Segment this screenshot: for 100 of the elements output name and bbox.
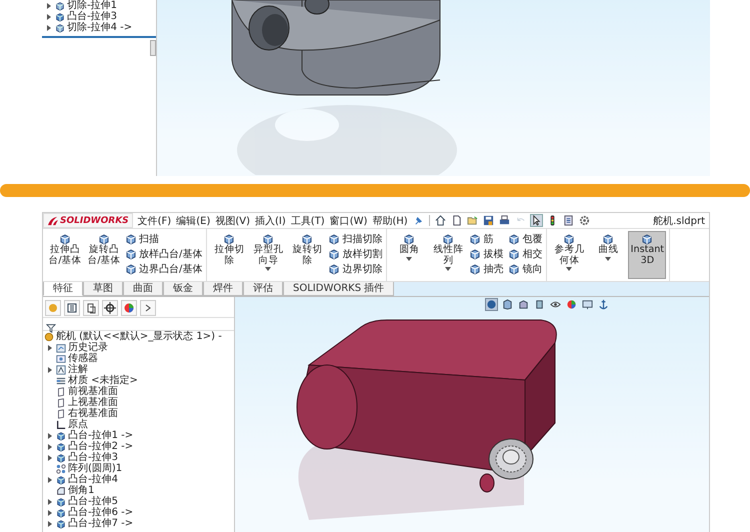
tree-item[interactable]: 材质 <未指定> <box>43 375 234 386</box>
tree-item[interactable]: 前视基准面 <box>43 386 234 397</box>
command-button[interactable]: 拉伸切除 <box>210 231 248 279</box>
dropdown-caret-icon[interactable] <box>265 267 272 271</box>
dropdown-caret-icon[interactable] <box>605 256 612 260</box>
tree-item[interactable]: 凸台-拉伸1 -> <box>43 430 234 441</box>
menu-item[interactable]: 窗口(W) <box>330 214 368 228</box>
command-button[interactable]: 放样凸台/基体 <box>124 246 204 261</box>
tab[interactable]: 特征 <box>43 282 83 296</box>
command-button[interactable]: 包覆 <box>507 231 544 246</box>
command-button[interactable]: 抽壳 <box>468 261 504 276</box>
section-view-icon[interactable] <box>518 299 528 310</box>
home-icon[interactable] <box>434 215 446 226</box>
dropdown-caret-icon[interactable] <box>566 267 572 271</box>
tree-item[interactable]: 阵列(圆周)1 <box>43 463 234 474</box>
expand-caret-icon[interactable] <box>47 2 51 8</box>
block-icon <box>125 262 137 274</box>
command-button[interactable]: 相交 <box>507 246 544 261</box>
print-icon[interactable] <box>498 215 510 226</box>
tree-item[interactable]: 凸台-拉伸4 <box>43 474 234 485</box>
expand-caret-icon[interactable] <box>48 454 52 460</box>
expand-caret-icon[interactable] <box>48 520 52 526</box>
tree-item[interactable]: 历史记录 <box>43 342 234 353</box>
tree-item[interactable]: 切除-拉伸4 -> <box>42 22 156 33</box>
menu-item[interactable]: 视图(V) <box>215 214 250 228</box>
dropdown-caret-icon[interactable] <box>445 267 452 271</box>
tab[interactable]: SOLIDWORKS 插件 <box>283 282 394 296</box>
monitor-icon[interactable] <box>582 299 592 310</box>
tree-item[interactable]: 凸台-拉伸7 -> <box>43 518 234 529</box>
tree-item[interactable]: 传感器 <box>43 353 234 364</box>
chevron-right-icon[interactable] <box>140 300 156 316</box>
command-button[interactable]: 边界切除 <box>327 261 384 276</box>
tree-item[interactable]: 凸台-拉伸6 -> <box>43 507 234 518</box>
command-button[interactable]: Instant3D <box>628 231 666 279</box>
command-button[interactable]: 扫描切除 <box>327 231 384 246</box>
settings-icon[interactable] <box>578 215 590 226</box>
appearance-icon[interactable] <box>566 299 576 310</box>
tree-item[interactable]: 凸台-拉伸2 -> <box>43 441 234 452</box>
tree-item[interactable]: 原点 <box>43 419 234 430</box>
tree-item[interactable]: 凸台-拉伸3 <box>43 452 234 463</box>
command-button[interactable]: 筋 <box>468 231 504 246</box>
command-button[interactable]: 边界凸台/基体 <box>124 261 204 276</box>
configuration-icon[interactable] <box>83 300 99 316</box>
menu-item[interactable]: 编辑(E) <box>176 214 210 228</box>
expand-caret-icon[interactable] <box>48 510 52 516</box>
expand-caret-icon[interactable] <box>48 344 52 350</box>
command-button[interactable]: 曲线 <box>589 231 628 279</box>
command-button[interactable]: 异型孔向导 <box>249 231 288 279</box>
dropdown-caret-icon[interactable] <box>406 256 412 260</box>
tree-item[interactable]: 凸台-拉伸3 <box>42 11 156 22</box>
view-orientation-icon[interactable] <box>502 299 512 310</box>
menu-item[interactable]: 工具(T) <box>290 214 325 228</box>
expand-caret-icon[interactable] <box>47 14 51 20</box>
expand-caret-icon[interactable] <box>48 498 52 504</box>
command-button[interactable]: 线性阵列 <box>429 231 468 279</box>
tree-item[interactable]: 右视基准面 <box>43 408 234 419</box>
command-button[interactable]: 参考几何体 <box>550 231 588 279</box>
expand-caret-icon[interactable] <box>47 24 51 30</box>
tree-item[interactable]: 上视基准面 <box>43 397 234 408</box>
list-icon[interactable] <box>562 215 574 226</box>
tab[interactable]: 草图 <box>83 282 123 296</box>
command-button[interactable]: 放样切割 <box>327 246 384 261</box>
display-style-icon[interactable] <box>486 299 496 310</box>
tab[interactable]: 评估 <box>243 282 283 296</box>
save-icon[interactable] <box>482 215 494 226</box>
property-manager-icon[interactable] <box>64 300 80 316</box>
block-icon <box>469 248 482 260</box>
tree-item[interactable]: 注解 <box>43 364 234 375</box>
filter-icon[interactable] <box>46 323 56 333</box>
anchor-icon[interactable] <box>598 299 608 310</box>
menu-item[interactable]: 插入(I) <box>255 214 286 228</box>
new-document-icon[interactable] <box>450 215 462 226</box>
menu-item[interactable]: 帮助(H) <box>372 214 408 228</box>
tree-item[interactable]: 凸台-拉伸5 <box>43 496 234 507</box>
command-button[interactable]: 旋转凸台/基体 <box>85 231 123 279</box>
command-button[interactable]: 拔模 <box>468 246 504 261</box>
resize-handle[interactable] <box>150 40 156 56</box>
open-folder-icon[interactable] <box>466 215 478 226</box>
select-pointer-icon[interactable] <box>530 215 542 226</box>
command-button[interactable]: 拉伸凸台/基体 <box>46 231 84 279</box>
pin-icon[interactable] <box>412 215 424 226</box>
command-button[interactable]: 扫描 <box>124 231 204 246</box>
menu-item[interactable]: 文件(F) <box>138 214 172 228</box>
eye-icon[interactable] <box>550 299 560 310</box>
command-button[interactable]: 圆角 <box>390 231 428 279</box>
tab[interactable]: 焊件 <box>203 282 243 296</box>
tab[interactable]: 曲面 <box>123 282 163 296</box>
expand-caret-icon[interactable] <box>48 476 52 482</box>
crosshair-icon[interactable] <box>102 300 118 316</box>
expand-caret-icon[interactable] <box>48 432 52 438</box>
tree-item[interactable]: 舵机 (默认<<默认>_显示状态 1>) - <box>43 331 234 342</box>
command-button[interactable]: 镜向 <box>507 261 544 276</box>
expand-caret-icon[interactable] <box>48 366 52 372</box>
appearance-icon[interactable] <box>121 300 137 316</box>
tree-item[interactable]: 倒角1 <box>43 485 234 496</box>
block-icon <box>328 262 340 274</box>
tree-item[interactable]: 切除-拉伸1 <box>42 0 156 11</box>
expand-caret-icon[interactable] <box>48 444 52 450</box>
command-button[interactable]: 旋转切除 <box>288 231 326 279</box>
tab[interactable]: 钣金 <box>163 282 203 296</box>
